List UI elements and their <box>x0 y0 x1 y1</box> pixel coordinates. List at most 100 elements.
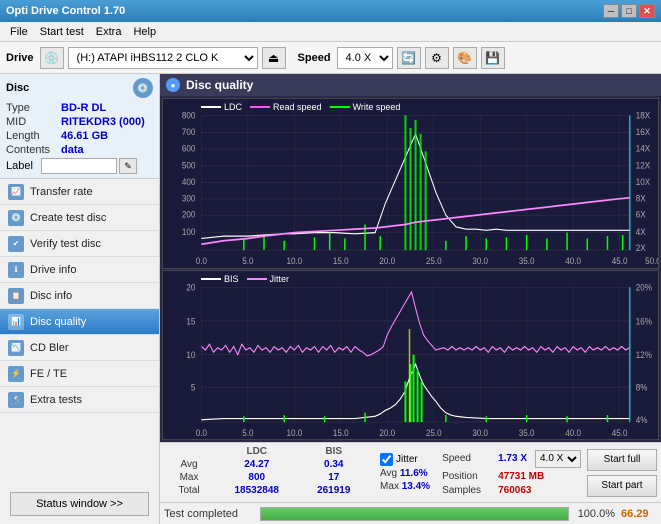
eject-icon[interactable]: ⏏ <box>262 47 286 69</box>
minimize-button[interactable]: ─ <box>603 4 619 18</box>
svg-text:35.0: 35.0 <box>519 255 535 266</box>
sidebar-item-transfer-rate[interactable]: 📈 Transfer rate <box>0 179 159 205</box>
sidebar-item-disc-quality[interactable]: 📊 Disc quality <box>0 309 159 335</box>
svg-text:15.0: 15.0 <box>333 427 349 438</box>
disc-label-input[interactable] <box>41 158 117 174</box>
svg-text:25.0: 25.0 <box>426 427 442 438</box>
svg-text:45.0: 45.0 <box>612 427 628 438</box>
svg-text:50.0: 50.0 <box>645 255 658 266</box>
sidebar-item-extra-tests[interactable]: 🔬 Extra tests <box>0 387 159 413</box>
svg-text:8%: 8% <box>636 382 648 393</box>
svg-text:20.0: 20.0 <box>379 427 395 438</box>
ldc-legend-color <box>201 106 221 108</box>
svg-text:10: 10 <box>186 349 195 360</box>
transfer-rate-icon: 📈 <box>8 184 24 200</box>
sidebar: Disc 💿 Type BD-R DL MID RITEKDR3 (000) L… <box>0 74 160 524</box>
sidebar-item-cd-bler[interactable]: 📉 CD Bler <box>0 335 159 361</box>
sidebar-item-fe-te[interactable]: ⚡ FE / TE <box>0 361 159 387</box>
close-button[interactable]: ✕ <box>639 4 655 18</box>
jitter-legend-item: Jitter <box>247 274 290 284</box>
bis-legend-item: BIS <box>201 274 239 284</box>
menu-start-test[interactable]: Start test <box>34 24 90 40</box>
jitter-avg-value: 11.6% <box>400 468 428 479</box>
svg-text:14X: 14X <box>636 143 651 154</box>
speed-label: Speed <box>298 52 331 64</box>
svg-text:5.0: 5.0 <box>242 255 253 266</box>
extra-tests-icon: 🔬 <box>8 392 24 408</box>
svg-text:15: 15 <box>186 315 195 326</box>
jitter-check-row: Jitter <box>380 453 430 466</box>
ldc-legend-label: LDC <box>224 102 242 112</box>
sidebar-item-disc-info[interactable]: 📋 Disc info <box>0 283 159 309</box>
start-full-button[interactable]: Start full <box>587 449 657 471</box>
sidebar-item-drive-info[interactable]: ℹ Drive info <box>0 257 159 283</box>
menu-help[interactable]: Help <box>127 24 162 40</box>
jitter-legend-label: Jitter <box>270 274 290 284</box>
jitter-values: Avg 11.6% Max 13.4% <box>380 468 430 492</box>
action-buttons: Start full Start part <box>587 445 657 500</box>
disc-type-label: Type <box>6 102 61 114</box>
drive-icon: 💿 <box>40 47 64 69</box>
svg-text:15.0: 15.0 <box>333 255 349 266</box>
disc-mid-value: RITEKDR3 (000) <box>61 116 145 128</box>
stats-total-row: Total 18532848 261919 <box>164 484 368 497</box>
top-chart-legend: LDC Read speed Write speed <box>201 102 400 112</box>
cd-bler-icon: 📉 <box>8 340 24 356</box>
menu-file[interactable]: File <box>4 24 34 40</box>
disc-section-title: Disc <box>6 82 29 94</box>
svg-text:10.0: 10.0 <box>286 255 302 266</box>
speed-stat-label: Speed <box>442 453 494 464</box>
col-header-empty <box>164 445 214 458</box>
sidebar-item-verify-test-disc[interactable]: ✔ Verify test disc <box>0 231 159 257</box>
menu-extra[interactable]: Extra <box>90 24 128 40</box>
title-bar: Opti Drive Control 1.70 ─ □ ✕ <box>0 0 661 22</box>
svg-text:4%: 4% <box>636 414 648 425</box>
svg-text:12X: 12X <box>636 160 651 171</box>
speed-selector[interactable]: 4.0 X 1.0 X 2.0 X 8.0 X <box>337 47 393 69</box>
disc-label-key: Label <box>6 160 41 172</box>
disc-quality-icon: 📊 <box>8 314 24 330</box>
maximize-button[interactable]: □ <box>621 4 637 18</box>
svg-text:500: 500 <box>182 160 196 171</box>
svg-text:6X: 6X <box>636 209 646 220</box>
svg-text:40.0: 40.0 <box>565 427 581 438</box>
svg-text:25.0: 25.0 <box>426 255 442 266</box>
svg-text:8X: 8X <box>636 193 646 204</box>
svg-text:4X: 4X <box>636 226 646 237</box>
disc-label-row: Label ✎ <box>6 158 153 174</box>
sidebar-item-create-test-disc[interactable]: 💿 Create test disc <box>0 205 159 231</box>
svg-text:2X: 2X <box>636 243 646 254</box>
drive-selector[interactable]: (H:) ATAPI iHBS112 2 CLO K <box>68 47 258 69</box>
color-icon[interactable]: 🎨 <box>453 47 477 69</box>
svg-text:45.0: 45.0 <box>612 255 628 266</box>
col-header-ldc: LDC <box>214 445 299 458</box>
settings-icon[interactable]: ⚙ <box>425 47 449 69</box>
save-icon[interactable]: 💾 <box>481 47 505 69</box>
svg-text:5.0: 5.0 <box>242 427 253 438</box>
position-row: Position 47731 MB <box>442 471 581 482</box>
bottom-chart-svg: 20 15 10 5 20% 16% 12% 8% 4% 0.0 5.0 10.… <box>163 271 658 440</box>
verify-test-disc-icon: ✔ <box>8 236 24 252</box>
speed-stat-selector[interactable]: 4.0 X <box>535 450 581 468</box>
status-window-button[interactable]: Status window >> <box>10 492 149 516</box>
main-layout: Disc 💿 Type BD-R DL MID RITEKDR3 (000) L… <box>0 74 661 524</box>
menu-bar: File Start test Extra Help <box>0 22 661 42</box>
svg-text:40.0: 40.0 <box>565 255 581 266</box>
svg-text:30.0: 30.0 <box>472 255 488 266</box>
svg-text:20.0: 20.0 <box>379 255 395 266</box>
svg-text:16X: 16X <box>636 126 651 137</box>
total-ldc-value: 18532848 <box>214 484 299 497</box>
create-test-disc-icon: 💿 <box>8 210 24 226</box>
disc-label-btn[interactable]: ✎ <box>119 158 137 174</box>
disc-info-icon: 📋 <box>8 288 24 304</box>
refresh-icon[interactable]: 🔄 <box>397 47 421 69</box>
drive-info-icon: ℹ <box>8 262 24 278</box>
start-part-button[interactable]: Start part <box>587 475 657 497</box>
max-bis-value: 17 <box>299 471 368 484</box>
write-speed-legend-item: Write speed <box>330 102 401 112</box>
progress-bar-container <box>260 507 569 521</box>
position-label: Position <box>442 471 494 482</box>
progress-speed: 66.29 <box>621 508 657 520</box>
jitter-checkbox[interactable] <box>380 453 393 466</box>
svg-text:30.0: 30.0 <box>472 427 488 438</box>
